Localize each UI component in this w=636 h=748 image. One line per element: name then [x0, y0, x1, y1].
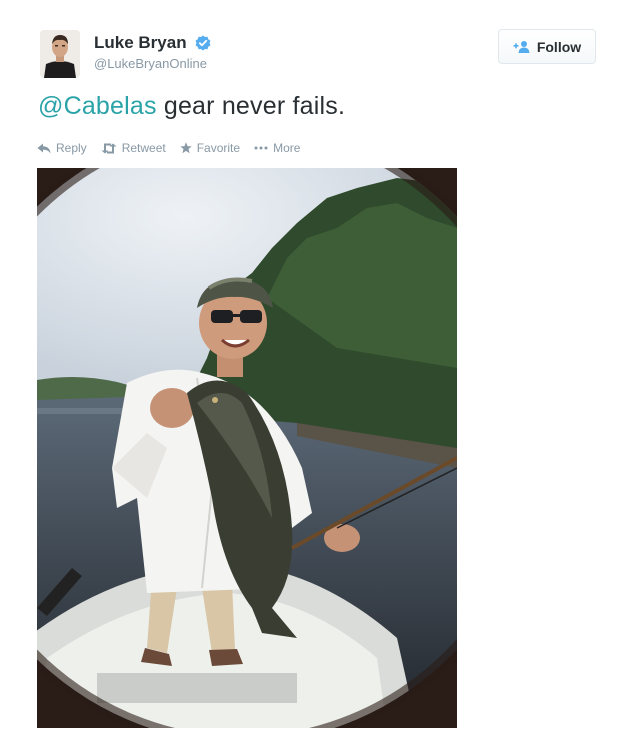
tweet-text: @Cabelas gear never fails. — [38, 92, 345, 121]
author-handle[interactable]: @LukeBryanOnline — [94, 57, 211, 70]
verified-badge-icon — [195, 35, 211, 50]
more-dots-icon — [254, 146, 268, 150]
follow-button[interactable]: Follow — [498, 29, 596, 64]
retweet-label: Retweet — [121, 141, 166, 155]
tweet-card: Luke Bryan @LukeBryanOnline Follow @Cabe… — [0, 0, 636, 748]
tweet-photo[interactable] — [37, 168, 457, 728]
tweet-body: gear never fails. — [156, 92, 346, 120]
author-name[interactable]: Luke Bryan — [94, 34, 187, 51]
favorite-action[interactable]: Favorite — [180, 141, 240, 155]
reply-icon — [37, 143, 51, 153]
reply-label: Reply — [56, 141, 87, 155]
retweet-action[interactable]: Retweet — [101, 141, 166, 155]
tweet-actions: Reply Retweet Favorite More — [37, 141, 314, 155]
mention-link[interactable]: @Cabelas — [38, 92, 157, 120]
more-label: More — [273, 141, 301, 155]
more-action[interactable]: More — [254, 141, 300, 155]
avatar[interactable] — [40, 30, 80, 78]
follow-label: Follow — [536, 38, 582, 55]
favorite-label: Favorite — [196, 141, 241, 155]
author-block: Luke Bryan @LukeBryanOnline — [94, 34, 211, 70]
fishing-photo-image — [37, 168, 457, 728]
retweet-icon — [101, 143, 117, 153]
reply-action[interactable]: Reply — [37, 141, 87, 155]
star-icon — [180, 142, 192, 154]
add-user-icon — [513, 40, 530, 53]
